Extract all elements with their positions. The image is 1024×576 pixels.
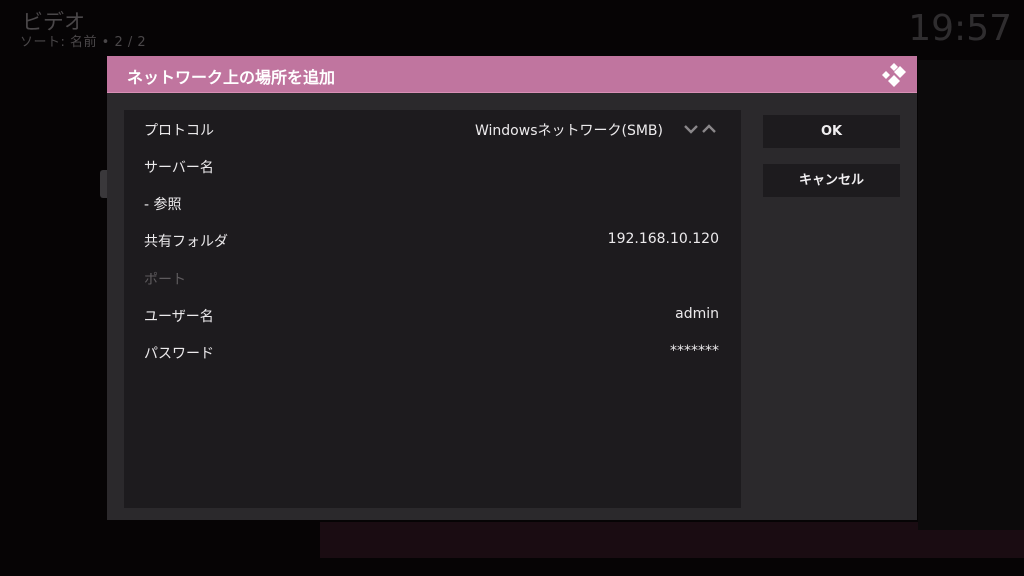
shared-folder-row[interactable]: 共有フォルダ 192.168.10.120 <box>124 222 741 258</box>
add-network-location-dialog: ネットワーク上の場所を追加 プロトコル Windowsネットワーク(SMB) サ… <box>107 56 917 520</box>
browse-row[interactable]: - 参照 <box>124 185 741 221</box>
spinner-arrows-icon[interactable] <box>683 121 719 137</box>
username-label: ユーザー名 <box>144 309 214 325</box>
background-panel <box>918 60 1024 530</box>
kodi-logo-icon <box>882 63 906 87</box>
dialog-title: ネットワーク上の場所を追加 <box>127 68 336 87</box>
protocol-label: プロトコル <box>144 123 214 139</box>
password-value: ******* <box>670 343 719 359</box>
dialog-header: ネットワーク上の場所を追加 <box>107 56 917 93</box>
cancel-button[interactable]: キャンセル <box>763 164 900 197</box>
port-label: ポート <box>144 272 186 288</box>
clock: 19:57 <box>908 8 1012 49</box>
settings-panel: プロトコル Windowsネットワーク(SMB) サーバー名 - 参照 共有フォ… <box>124 110 741 508</box>
shared-folder-value: 192.168.10.120 <box>607 231 719 247</box>
username-value: admin <box>675 306 719 322</box>
password-label: パスワード <box>144 346 214 362</box>
protocol-row[interactable]: プロトコル Windowsネットワーク(SMB) <box>124 111 741 147</box>
server-name-label: サーバー名 <box>144 160 214 176</box>
browse-label: - 参照 <box>144 197 182 213</box>
protocol-value: Windowsネットワーク(SMB) <box>475 123 663 139</box>
sort-info: ソート: 名前 • 2 / 2 <box>20 35 147 50</box>
username-row[interactable]: ユーザー名 admin <box>124 297 741 333</box>
server-name-row[interactable]: サーバー名 <box>124 148 741 184</box>
ok-button[interactable]: OK <box>763 115 900 148</box>
shared-folder-label: 共有フォルダ <box>144 234 228 250</box>
port-row: ポート <box>124 260 741 296</box>
password-row[interactable]: パスワード ******* <box>124 334 741 370</box>
